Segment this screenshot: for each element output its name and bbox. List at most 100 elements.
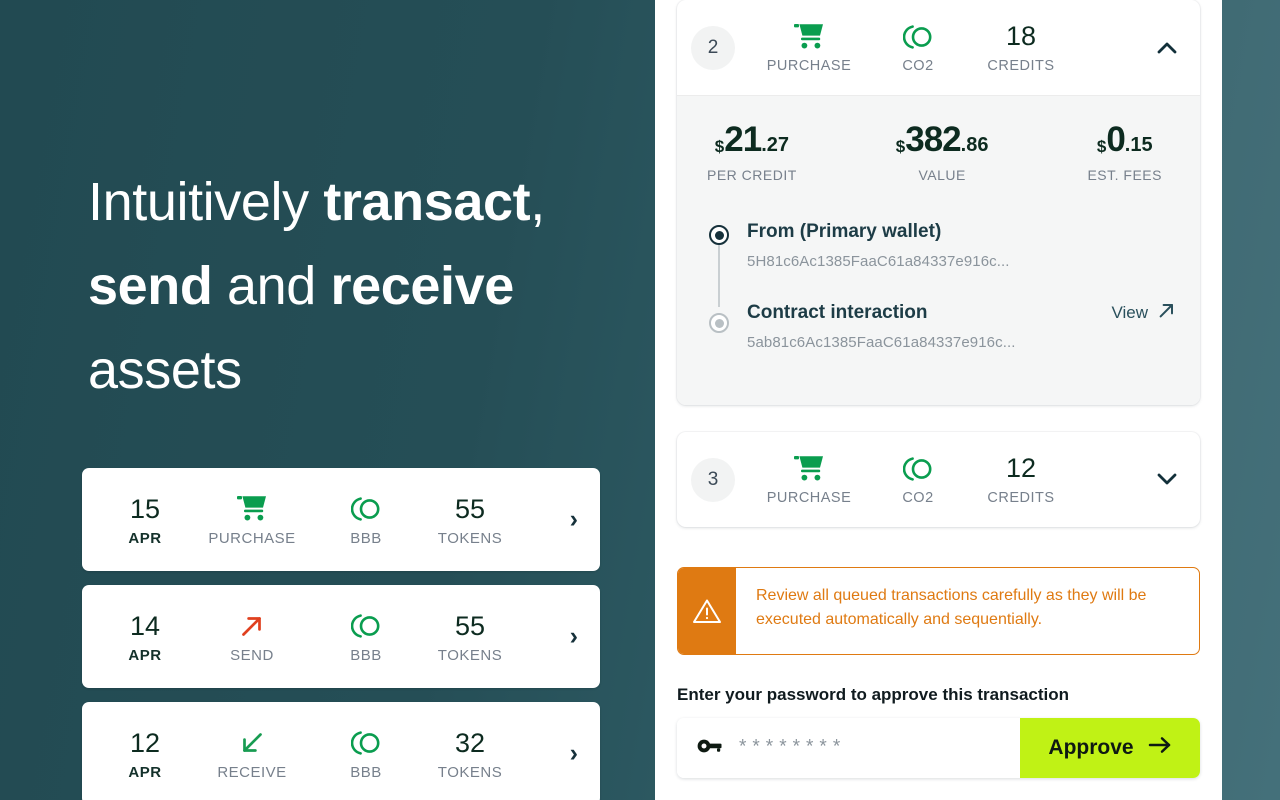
transaction-type: RECEIVE (182, 727, 322, 781)
transaction-row[interactable]: 15 APR PURCHASE BBB 55 TOKENS › (82, 468, 600, 571)
transaction-type: SEND (182, 610, 322, 664)
queued-amount-value: 12 (1005, 453, 1037, 483)
transaction-open-button[interactable]: › (570, 624, 578, 649)
headline-part-4: and (212, 256, 331, 316)
view-contract-link[interactable]: View (1111, 301, 1176, 325)
transaction-day: 14 (129, 610, 161, 641)
chevron-right-icon: › (569, 505, 578, 533)
chevron-right-icon: › (569, 622, 578, 650)
password-field[interactable]: ******** (677, 718, 1020, 778)
transaction-open-button[interactable]: › (570, 507, 578, 532)
headline-part-5: receive (330, 256, 515, 316)
password-input[interactable]: ******** (737, 737, 844, 759)
flow-step-address: 5ab81c6Ac1385FaaC61a84337e916c... (747, 334, 1016, 351)
flow-step-title: Contract interaction (747, 302, 928, 323)
queued-amount: 12 CREDITS (961, 453, 1081, 506)
flow-connector (718, 237, 720, 307)
transaction-amount-unit: TOKENS (437, 763, 503, 781)
cart-icon (237, 493, 267, 525)
queue-index-badge: 3 (691, 457, 735, 502)
chevron-up-icon[interactable] (1154, 41, 1180, 54)
transaction-row[interactable]: 12 APR RECEIVE BBB 32 TOKENS › (82, 702, 600, 800)
flow-step-title: From (Primary wallet) (747, 221, 942, 242)
transaction-month: APR (128, 646, 162, 664)
flow-step-address: 5H81c6Ac1385FaaC61a84337e916c... (747, 253, 1010, 270)
cart-icon (794, 453, 824, 484)
promo-headline: Intuitively transact, send and receive a… (88, 160, 608, 412)
queued-type: PURCHASE (743, 21, 875, 74)
queued-amount: 18 CREDITS (961, 21, 1081, 74)
transaction-day: 12 (129, 727, 161, 758)
transaction-month: APR (128, 529, 162, 547)
transaction-open-button[interactable]: › (570, 741, 578, 766)
transaction-date: 14 APR (108, 610, 182, 664)
transaction-asset-label: BBB (350, 529, 382, 547)
warning-text: Review all queued transactions carefully… (756, 587, 1147, 628)
price-summary: $21.27 PER CREDIT $382.86 VALUE $0.15 ES… (701, 122, 1176, 183)
price-value-total: $382.86 VALUE (896, 122, 989, 183)
arrow-up-right-icon (1157, 301, 1176, 325)
price-value: $382.86 (895, 120, 989, 159)
queued-asset-label: CO2 (902, 58, 934, 74)
chevron-down-icon[interactable] (1154, 473, 1180, 486)
transaction-type-label: RECEIVE (217, 763, 287, 781)
co2-logo-icon (351, 493, 381, 525)
transaction-type-label: PURCHASE (208, 529, 296, 547)
price-label: VALUE (918, 167, 966, 183)
chevron-right-icon: › (569, 739, 578, 767)
warning-banner: Review all queued transactions carefully… (677, 567, 1200, 655)
queued-amount-value: 18 (1005, 21, 1037, 51)
arrow-right-icon (1148, 735, 1172, 761)
co2-logo-icon (351, 610, 381, 642)
transaction-amount-value: 55 (454, 610, 486, 641)
password-label: Enter your password to approve this tran… (677, 685, 1070, 704)
approve-button-label: Approve (1048, 736, 1134, 759)
transaction-flow: From (Primary wallet) 5H81c6Ac1385FaaC61… (701, 219, 1176, 351)
queued-asset: CO2 (875, 453, 961, 506)
headline-part-3: send (88, 256, 213, 316)
headline-part-6: assets (88, 340, 242, 400)
co2-logo-icon (903, 21, 933, 52)
transaction-type: PURCHASE (182, 493, 322, 547)
transaction-date: 15 APR (108, 493, 182, 547)
price-label: EST. FEES (1087, 167, 1162, 183)
queued-asset-label: CO2 (902, 490, 934, 506)
transaction-asset: BBB (322, 493, 410, 547)
queue-index-badge: 2 (691, 25, 735, 70)
transaction-amount-unit: TOKENS (437, 646, 503, 664)
transaction-amount: 32 TOKENS (410, 727, 530, 781)
transaction-row[interactable]: 14 APR SEND BBB 55 TOKENS › (82, 585, 600, 688)
price-per-credit: $21.27 PER CREDIT (707, 122, 797, 183)
approve-button[interactable]: Approve (1020, 718, 1200, 778)
warning-triangle-icon (678, 568, 736, 654)
transaction-day: 15 (129, 493, 161, 524)
queued-amount-unit: CREDITS (987, 58, 1055, 74)
queued-type-label: PURCHASE (766, 490, 852, 506)
headline-part-2: , (530, 172, 545, 232)
arrow-up-right-icon (238, 610, 266, 642)
transaction-type-label: SEND (230, 646, 274, 664)
queued-asset: CO2 (875, 21, 961, 74)
queued-amount-unit: CREDITS (987, 490, 1055, 506)
transaction-list: 15 APR PURCHASE BBB 55 TOKENS › 14 APR S… (82, 468, 600, 800)
co2-logo-icon (351, 727, 381, 759)
price-value: $0.15 (1096, 120, 1153, 159)
queued-transaction-header[interactable]: 3 PURCHASE CO2 12 CREDITS (677, 432, 1200, 527)
transaction-asset: BBB (322, 610, 410, 664)
transaction-asset-label: BBB (350, 763, 382, 781)
price-value: $21.27 (714, 120, 789, 159)
headline-part-1: transact (323, 172, 531, 232)
transaction-amount: 55 TOKENS (410, 610, 530, 664)
flow-step-from: From (Primary wallet) 5H81c6Ac1385FaaC61… (747, 219, 1176, 270)
cart-icon (794, 21, 824, 52)
flow-step-contract: Contract interaction View 5ab81c6Ac1385F… (747, 300, 1176, 351)
promo-pane: Intuitively transact, send and receive a… (0, 0, 655, 800)
queued-transaction-header[interactable]: 2 PURCHASE CO2 18 CREDITS (677, 0, 1200, 95)
transaction-amount-value: 55 (454, 493, 486, 524)
transaction-date: 12 APR (108, 727, 182, 781)
approval-row: ******** Approve (677, 718, 1200, 778)
transaction-asset-label: BBB (350, 646, 382, 664)
price-label: PER CREDIT (707, 167, 797, 183)
transaction-asset: BBB (322, 727, 410, 781)
view-link-label: View (1111, 303, 1148, 322)
